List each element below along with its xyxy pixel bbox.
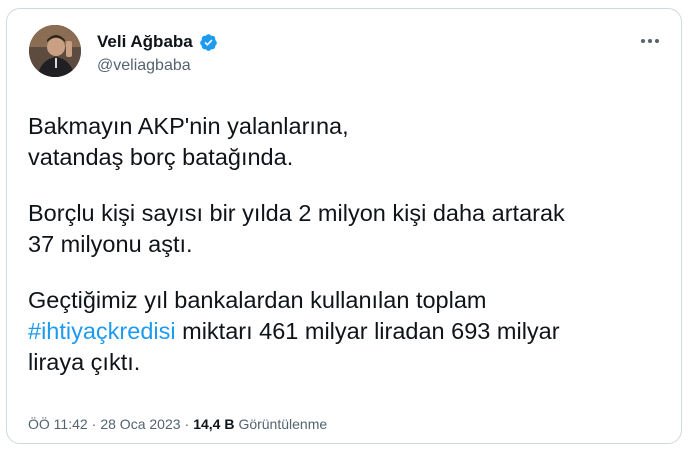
avatar-image bbox=[29, 25, 81, 77]
views-label: Görüntülenme bbox=[238, 416, 328, 432]
tweet-paragraph-3-start: Geçtiğimiz yıl bankalardan kullanılan to… bbox=[28, 287, 487, 313]
tweet-paragraph-3: Geçtiğimiz yıl bankalardan kullanılan to… bbox=[28, 285, 668, 378]
hashtag-link[interactable]: #ihtiyaçkredisi bbox=[28, 318, 176, 344]
tweet-meta: ÖÖ 11:42 · 28 Oca 2023 · 14,4 B Görüntül… bbox=[28, 416, 327, 432]
tweet-time[interactable]: ÖÖ 11:42 bbox=[28, 416, 88, 432]
tweet-text: Bakmayın AKP'nin yalanlarına, vatandaş b… bbox=[28, 111, 668, 403]
more-options-icon[interactable] bbox=[641, 39, 659, 43]
author-handle[interactable]: @veliagbaba bbox=[97, 57, 191, 75]
tweet-paragraph-1: Bakmayın AKP'nin yalanlarına, vatandaş b… bbox=[28, 113, 349, 170]
tweet-card[interactable]: Veli Ağbaba @veliagbaba Bakmayın AKP'nin… bbox=[6, 8, 682, 444]
verified-badge-icon bbox=[199, 33, 218, 52]
tweet-paragraph-2: Borçlu kişi sayısı bir yılda 2 milyon ki… bbox=[28, 200, 565, 257]
views-count: 14,4 B bbox=[193, 416, 235, 432]
author-name-row[interactable]: Veli Ağbaba bbox=[97, 32, 218, 52]
meta-separator: · bbox=[184, 416, 190, 432]
avatar[interactable] bbox=[29, 25, 81, 77]
author-display-name[interactable]: Veli Ağbaba bbox=[97, 32, 193, 52]
meta-separator: · bbox=[91, 416, 97, 432]
tweet-date[interactable]: 28 Oca 2023 bbox=[100, 416, 180, 432]
